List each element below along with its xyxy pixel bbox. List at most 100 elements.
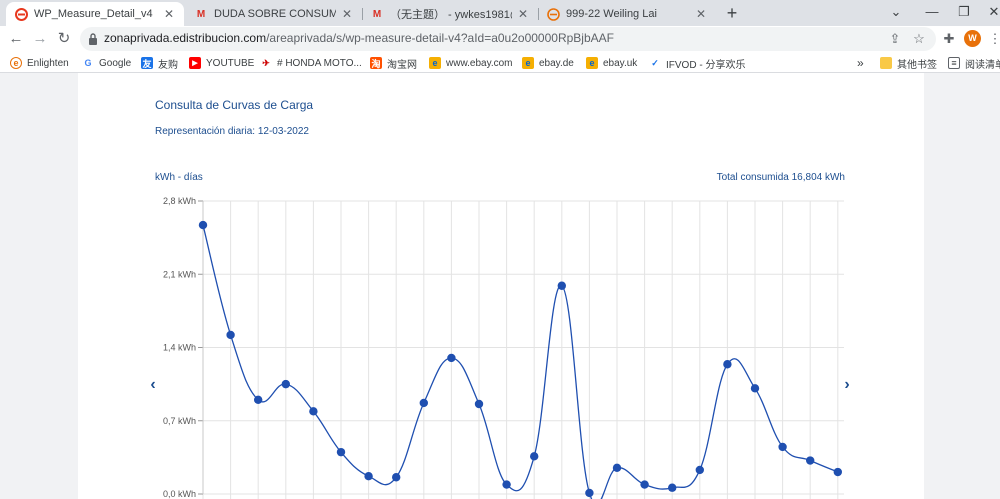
bookmark-label: 友购 [158, 59, 178, 71]
edistribucion-icon [14, 7, 28, 21]
y-tick-label: 1,4 kWh [163, 343, 196, 353]
reload-button[interactable]: ↻ [53, 28, 75, 50]
page-content: Consulta de Curvas de Carga Representaci… [78, 73, 924, 499]
data-point [585, 488, 594, 498]
minimize-button[interactable]: — [914, 0, 950, 26]
bookmark-enlighten[interactable]: e Enlighten [10, 55, 69, 71]
bookmark-label: IFVOD - 分享欢乐 [666, 59, 746, 71]
data-point [806, 456, 815, 465]
bookmark-label: YOUTUBE [206, 57, 255, 69]
bookmark-label: Google [99, 57, 132, 69]
bookmark-yougou[interactable]: 友友购 [141, 55, 178, 71]
bookmark-label: www.ebay.com [446, 57, 513, 69]
data-point [336, 447, 346, 457]
reading-list-button[interactable]: ≡ 阅读清单 [948, 55, 1000, 71]
close-icon[interactable]: ✕ [162, 7, 176, 21]
ifvod-icon: ✓ [651, 57, 659, 68]
data-point [695, 465, 704, 475]
enlighten-icon: e [10, 57, 22, 69]
gmail-icon: M [372, 8, 382, 20]
tab-wp-measure-detail[interactable]: WP_Measure_Detail_v4 ✕ [6, 2, 184, 26]
url-path: /areaprivada/s/wp-measure-detail-v4?aId=… [266, 31, 614, 45]
close-icon[interactable]: ✕ [694, 7, 708, 21]
close-icon[interactable]: ✕ [516, 7, 530, 21]
other-bookmarks-folder[interactable]: 其他书签 [880, 55, 937, 71]
url-host: zonaprivada.edistribucion.com [104, 31, 267, 45]
avatar[interactable]: W [964, 30, 981, 47]
y-tick-label: 0,7 kWh [163, 416, 196, 426]
bookmark-google[interactable]: G Google [82, 55, 131, 71]
back-button[interactable]: ← [5, 28, 27, 50]
data-point [612, 463, 622, 473]
bookmark-label: # HONDA MOTO... [277, 57, 362, 69]
data-point [226, 330, 235, 340]
load-curve-chart: 2,8 kWh 2,1 kWh 1,4 kWh 0,7 kWh 0,0 kWh [163, 196, 844, 499]
tab-search-icon[interactable]: ⌄ [878, 0, 914, 26]
reading-list-icon: ≡ [948, 57, 960, 69]
bookmark-label: » [857, 56, 864, 70]
url-text: zonaprivada.edistribucion.com/areaprivad… [104, 31, 614, 45]
bookmark-ebay-uk[interactable]: e ebay.uk [586, 55, 637, 71]
address-bar[interactable]: zonaprivada.edistribucion.com/areaprivad… [80, 27, 936, 51]
share-icon[interactable]: ⇪ [886, 30, 904, 48]
google-icon: G [84, 58, 92, 68]
forward-button[interactable]: → [29, 28, 51, 50]
data-point [502, 480, 511, 489]
bookmark-taobao[interactable]: 淘淘宝网 [370, 55, 417, 71]
ebay-bag-icon: e [586, 57, 598, 69]
ebay-bag-icon: e [429, 57, 441, 69]
data-point [281, 379, 290, 389]
data-point [530, 452, 539, 461]
data-point [640, 480, 649, 489]
data-point [723, 360, 732, 369]
data-point [364, 472, 373, 481]
tab-no-subject[interactable]: M （无主题） - ywkes1981@gma ✕ [362, 2, 538, 26]
browser-toolbar: ← → ↻ zonaprivada.edistribucion.com/area… [0, 26, 1000, 52]
data-point [392, 473, 401, 482]
bookmark-label: ebay.de [539, 57, 574, 69]
data-point [447, 353, 456, 363]
tab-title: （无主题） - ywkes1981@gma [390, 9, 512, 21]
bookmark-label: 淘宝网 [387, 59, 417, 71]
honda-icon: ✈ [262, 57, 270, 68]
tab-weiling-lai[interactable]: 999-22 Weiling Lai ✕ [538, 2, 716, 26]
tab-strip: WP_Measure_Detail_v4 ✕ M DUDA SOBRE CONS… [0, 0, 1000, 26]
bookmark-ebay-com[interactable]: e www.ebay.com [429, 55, 513, 71]
new-tab-button[interactable]: + [722, 3, 742, 23]
menu-icon[interactable]: ⋮ [986, 30, 1000, 48]
extensions-icon[interactable]: ✚ [940, 30, 958, 48]
data-point [419, 398, 428, 408]
data-point [557, 281, 566, 290]
data-point [198, 220, 208, 230]
data-point [254, 395, 263, 405]
bookmark-honda[interactable]: ✈ # HONDA MOTO... [260, 55, 362, 71]
data-point [750, 384, 760, 393]
data-point [474, 399, 484, 409]
bookmark-label: ebay.uk [603, 57, 638, 69]
tab-title: DUDA SOBRE CONSUMO - yw [214, 8, 336, 20]
bookmark-star-icon[interactable]: ☆ [910, 30, 928, 48]
lock-icon [89, 33, 97, 45]
gmail-icon: M [196, 8, 206, 20]
bookmark-label: 其他书签 [897, 59, 937, 71]
data-point [668, 483, 677, 492]
close-window-button[interactable]: ✕ [976, 0, 1000, 26]
youtube-icon: ▶ [189, 57, 201, 69]
tab-title: 999-22 Weiling Lai [566, 8, 657, 20]
close-icon[interactable]: ✕ [340, 7, 354, 21]
edistribucion-icon [546, 7, 560, 21]
bookmark-ebay-de[interactable]: e ebay.de [522, 55, 574, 71]
bookmark-youtube[interactable]: ▶ YOUTUBE [189, 55, 254, 71]
bookmarks-bar: e Enlighten G Google 友友购 ▶ YOUTUBE ✈ # HONDA… [0, 52, 1000, 73]
y-tick-label: 2,1 kWh [163, 269, 196, 279]
folder-icon [880, 57, 892, 69]
data-point [309, 407, 318, 416]
bookmark-label: Enlighten [27, 57, 69, 69]
bookmark-ifvod[interactable]: ✓ IFVOD - 分享欢乐 [649, 55, 745, 71]
bookmarks-overflow-button[interactable]: » [857, 55, 864, 71]
series-line [202, 224, 839, 499]
tab-duda-consumo[interactable]: M DUDA SOBRE CONSUMO - yw ✕ [186, 2, 362, 26]
data-point [833, 467, 842, 477]
tab-title: WP_Measure_Detail_v4 [34, 8, 153, 20]
yougou-icon: 友 [141, 57, 153, 69]
